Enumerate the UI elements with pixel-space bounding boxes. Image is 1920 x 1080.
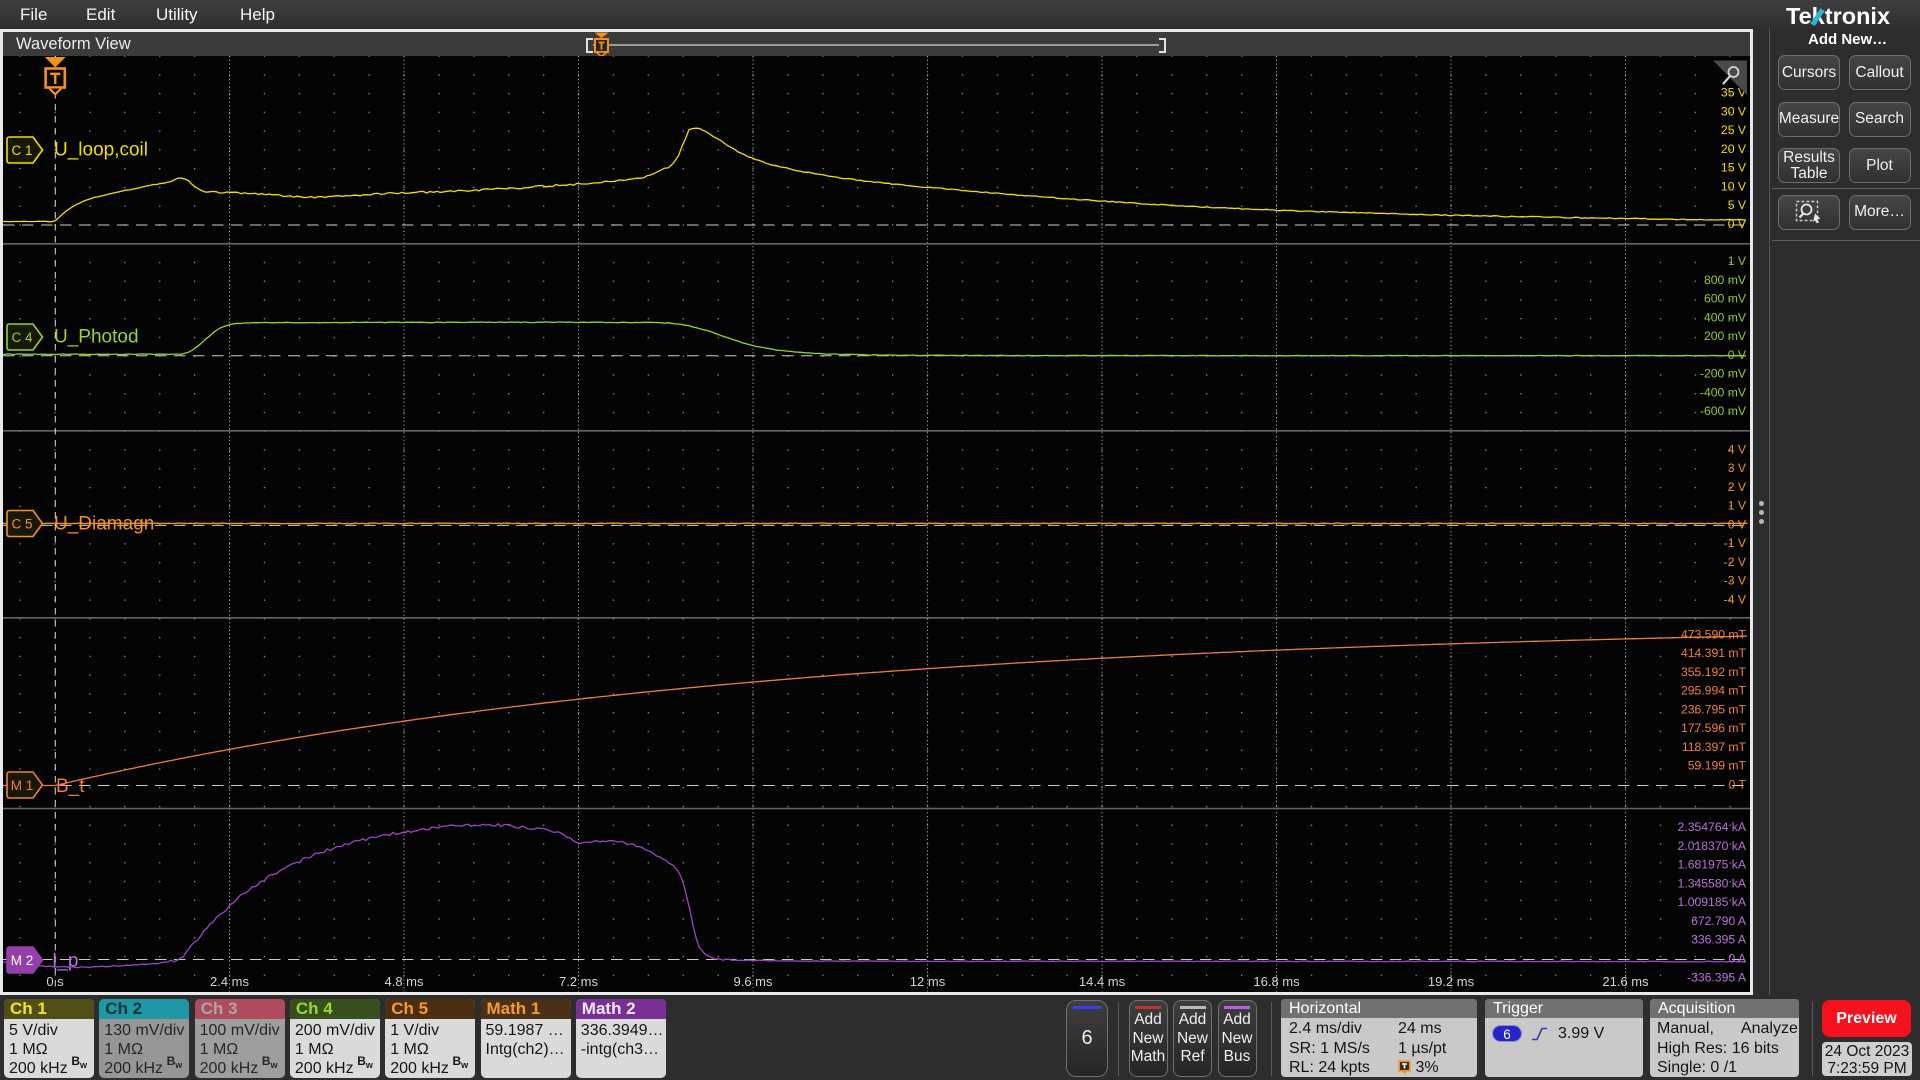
svg-text:3 V: 3 V <box>1728 461 1747 475</box>
svg-text:2 V: 2 V <box>1728 480 1747 494</box>
svg-text:I_p: I_p <box>52 951 78 972</box>
svg-text:414.391 mT: 414.391 mT <box>1681 646 1747 660</box>
svg-text:2.4 ms: 2.4 ms <box>210 974 250 989</box>
svg-text:672.790 A: 672.790 A <box>1691 914 1747 928</box>
svg-text:12 ms: 12 ms <box>910 974 946 989</box>
svg-text:-4 V: -4 V <box>1724 592 1747 606</box>
svg-text:5 V: 5 V <box>1728 198 1747 212</box>
svg-text:1.345580 kA: 1.345580 kA <box>1678 877 1747 891</box>
svg-text:-3 V: -3 V <box>1724 574 1747 588</box>
svg-text:7.2 ms: 7.2 ms <box>559 974 599 989</box>
svg-text:U_Photod: U_Photod <box>54 327 139 348</box>
svg-text:2.018370 kA: 2.018370 kA <box>1678 839 1747 853</box>
svg-text:177.596 mT: 177.596 mT <box>1681 721 1747 735</box>
svg-text:1 V: 1 V <box>1728 499 1747 513</box>
svg-text:2.354764 kA: 2.354764 kA <box>1678 820 1747 834</box>
svg-text:295.994 mT: 295.994 mT <box>1681 684 1747 698</box>
svg-text:336.395 A: 336.395 A <box>1691 933 1747 947</box>
svg-text:19.2 ms: 19.2 ms <box>1428 974 1475 989</box>
svg-text:400 mV: 400 mV <box>1704 310 1747 324</box>
svg-text:30 V: 30 V <box>1721 104 1747 118</box>
svg-text:0 V: 0 V <box>1728 517 1747 531</box>
svg-text:C 5: C 5 <box>11 517 32 532</box>
svg-text:-600 mV: -600 mV <box>1700 404 1747 418</box>
svg-text:C 4: C 4 <box>11 330 33 345</box>
svg-text:600 mV: 600 mV <box>1704 292 1747 306</box>
svg-text:0 s: 0 s <box>46 974 64 989</box>
svg-text:M 1: M 1 <box>11 778 34 793</box>
svg-text:200 mV: 200 mV <box>1704 329 1747 343</box>
svg-text:C 1: C 1 <box>11 143 32 158</box>
svg-text:473.590 mT: 473.590 mT <box>1681 627 1747 641</box>
svg-text:14.4 ms: 14.4 ms <box>1079 974 1126 989</box>
svg-text:20 V: 20 V <box>1721 142 1747 156</box>
svg-text:1.009185 kA: 1.009185 kA <box>1678 895 1747 909</box>
svg-text:236.795 mT: 236.795 mT <box>1681 703 1747 717</box>
svg-text:16.8 ms: 16.8 ms <box>1253 974 1300 989</box>
svg-text:800 mV: 800 mV <box>1704 273 1747 287</box>
svg-text:M 2: M 2 <box>11 953 34 968</box>
svg-text:-2 V: -2 V <box>1724 555 1747 569</box>
svg-text:25 V: 25 V <box>1721 123 1747 137</box>
svg-text:-336.395 A: -336.395 A <box>1687 970 1747 984</box>
svg-text:0 T: 0 T <box>1729 778 1747 792</box>
svg-text:U_loop,coil: U_loop,coil <box>54 140 148 161</box>
svg-text:0 V: 0 V <box>1728 217 1747 231</box>
svg-text:4.8 ms: 4.8 ms <box>384 974 424 989</box>
svg-text:118.397 mT: 118.397 mT <box>1682 740 1747 754</box>
svg-text:-200 mV: -200 mV <box>1700 367 1747 381</box>
svg-text:4 V: 4 V <box>1728 442 1747 456</box>
svg-text:1 V: 1 V <box>1728 254 1747 268</box>
svg-text:21.6 ms: 21.6 ms <box>1602 974 1649 989</box>
svg-text:0 A: 0 A <box>1728 952 1746 966</box>
svg-text:15 V: 15 V <box>1721 161 1747 175</box>
svg-text:10 V: 10 V <box>1721 180 1747 194</box>
svg-text:0 V: 0 V <box>1728 348 1747 362</box>
svg-text:355.192 mT: 355.192 mT <box>1681 665 1747 679</box>
svg-text:-1 V: -1 V <box>1724 536 1747 550</box>
svg-text:1.681975 kA: 1.681975 kA <box>1678 858 1747 872</box>
svg-text:9.6 ms: 9.6 ms <box>733 974 773 989</box>
svg-text:59.199 mT: 59.199 mT <box>1688 759 1747 773</box>
svg-text:-400 mV: -400 mV <box>1700 385 1747 399</box>
